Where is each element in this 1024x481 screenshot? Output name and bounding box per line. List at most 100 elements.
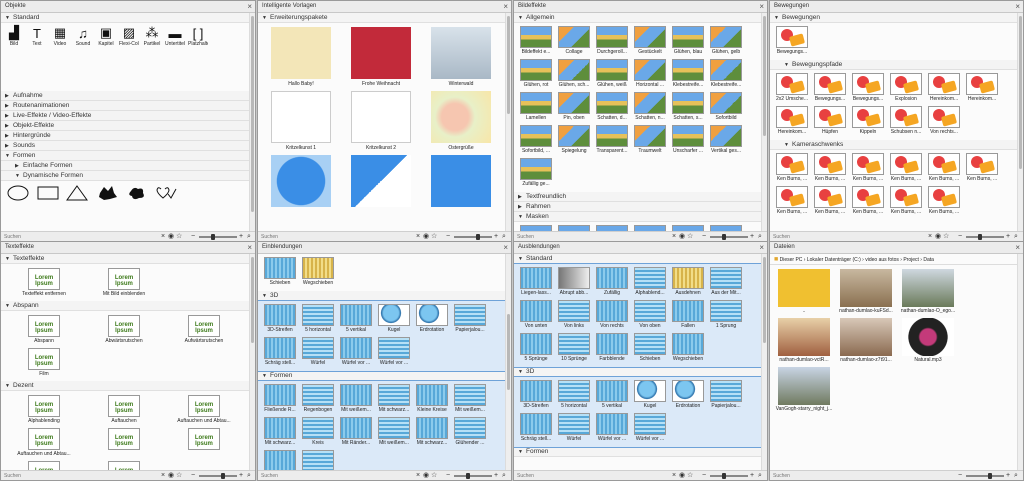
effect-tile[interactable]: Auftauchen (86, 395, 162, 424)
effect-tile[interactable]: Schatten, s... (670, 92, 706, 121)
section-bewegungen[interactable]: ▼ Bewegungen (770, 13, 1017, 23)
effect-tile[interactable]: Ken Burns, ... (926, 186, 962, 215)
section-standard[interactable]: ▼ Standard (1, 13, 249, 23)
section-formen[interactable]: ▼ Formen (258, 371, 505, 381)
effect-tile[interactable]: Farbblende (594, 333, 630, 362)
effect-tile[interactable]: Würfel (556, 413, 592, 442)
search-icon[interactable]: ⌕ (502, 471, 506, 480)
section-abspann[interactable]: ▼ Abspann (1, 301, 249, 311)
effect-tile[interactable]: Texteffekt entfernen (6, 268, 82, 297)
section-header[interactable]: ▶ Sounds (1, 141, 249, 151)
section-dynamische-formen[interactable]: ▼ Dynamische Formen (1, 171, 249, 181)
effect-tile[interactable]: Bewegungs... (850, 73, 886, 102)
section-bewegungspfade[interactable]: ▼ Bewegungspfade (770, 60, 1017, 70)
search-icon[interactable]: ⌕ (1014, 471, 1018, 480)
section-header[interactable]: ▶ Objekt-Effekte (1, 121, 249, 131)
effect-tile[interactable] (423, 155, 499, 209)
effect-tile[interactable]: Schieben (262, 257, 298, 286)
effect-tile[interactable]: Mit weißem... (338, 384, 374, 413)
effect-tile[interactable]: Mit schwarz... (376, 384, 412, 413)
effect-tile[interactable]: Glühender ... (452, 417, 488, 446)
effect-tile[interactable]: 5 vertikal (338, 304, 374, 333)
vertical-scrollbar[interactable] (249, 13, 255, 231)
zoom-out-icon[interactable]: − (702, 471, 706, 480)
blob-shape[interactable] (126, 185, 148, 201)
effect-tile[interactable]: Unscharfer ... (670, 125, 706, 154)
effect-tile[interactable]: Kugel (376, 304, 412, 333)
effect-tile[interactable]: Kugel (632, 380, 668, 409)
search-icon[interactable]: ⌕ (247, 471, 251, 480)
thumbnail-size-slider[interactable] (710, 234, 748, 240)
star-icon[interactable]: ☆ (687, 471, 693, 480)
object-item[interactable]: T Text (27, 25, 47, 48)
section-dezent[interactable]: ▼ Dezent (1, 381, 249, 391)
thumbnail-size-slider[interactable] (710, 473, 748, 479)
effect-tile[interactable]: Würfel vor ... (338, 337, 374, 366)
object-item[interactable]: ▦ Video (50, 25, 70, 47)
search-input[interactable] (517, 472, 667, 480)
effect-tile[interactable]: Ken Burns, ... (774, 153, 810, 182)
effect-tile[interactable]: Aus der Mit... (708, 267, 744, 296)
triangle-shape[interactable] (66, 185, 89, 201)
effect-tile[interactable]: Wegschieben (670, 333, 706, 362)
effect-tile[interactable]: Hallo Baby! (263, 27, 339, 87)
effect-tile[interactable]: Klebestreife... (670, 59, 706, 88)
close-icon[interactable]: × (1015, 243, 1020, 252)
effect-tile[interactable]: Winterwald (423, 27, 499, 87)
effect-tile[interactable]: Schatten, n... (632, 92, 668, 121)
section-texteffekte[interactable]: ▼ Texteffekte (1, 254, 249, 264)
effect-tile[interactable]: Schräg stell... (518, 413, 554, 442)
effect-tile[interactable] (166, 428, 242, 457)
search-icon[interactable]: ⌕ (758, 471, 762, 480)
zoom-out-icon[interactable]: − (958, 471, 962, 480)
effect-tile[interactable]: Ken Burns, ... (850, 153, 886, 182)
section-3d[interactable]: ▼ 3D (514, 367, 761, 377)
section-kameraschwenks[interactable]: ▼ Kameraschwenks (770, 140, 1017, 150)
effect-tile[interactable]: Würfel vor ... (594, 413, 630, 442)
clear-icon[interactable]: × (672, 471, 676, 480)
effect-tile[interactable]: Kritzelkunst 2 (343, 91, 419, 151)
effect-tile[interactable]: Mit weißem... (300, 450, 336, 470)
effect-tile[interactable]: Von links (556, 300, 592, 329)
breadcrumb-item[interactable]: Lokaler Datenträger (C:) (807, 257, 861, 263)
search-input[interactable] (773, 472, 923, 480)
effect-tile[interactable]: 3D-Streifen (262, 304, 298, 333)
zoom-in-icon[interactable]: + (750, 471, 754, 480)
effect-tile[interactable]: Glühen, sch... (556, 59, 592, 88)
section-standard[interactable]: ▼ Standard (514, 254, 761, 264)
effect-tile[interactable]: Hereinkom... (774, 106, 810, 135)
effect-tile[interactable]: Schubsen n... (888, 106, 924, 135)
splash-shape[interactable] (96, 185, 118, 201)
effect-tile[interactable]: Ken Burns, ... (774, 186, 810, 215)
eye-icon[interactable]: ◉ (679, 471, 685, 480)
effect-tile[interactable]: Bewegungs... (774, 26, 810, 55)
clear-icon[interactable]: × (161, 471, 165, 480)
search-input[interactable] (4, 472, 154, 480)
vertical-scrollbar[interactable] (761, 13, 767, 231)
effect-tile[interactable]: Pin, oben (556, 92, 592, 121)
zoom-in-icon[interactable]: + (1006, 471, 1010, 480)
zoom-in-icon[interactable]: + (494, 471, 498, 480)
section-header[interactable]: ▼ Masken (514, 212, 761, 222)
effect-tile[interactable]: Papierjalou... (452, 304, 488, 333)
effect-tile[interactable]: Glühen, blau (670, 26, 706, 55)
effect-tile[interactable]: Hüpfen (812, 106, 848, 135)
section-header[interactable]: ▶ Live-Effekte / Video-Effekte (1, 111, 249, 121)
object-item[interactable]: ⁂ Partikel (142, 25, 162, 47)
effect-tile[interactable]: Regenbogen (300, 384, 336, 413)
effect-tile[interactable]: Auftauchen und Abtau... (6, 428, 82, 457)
section-3d[interactable]: ▼ 3D (258, 291, 505, 301)
effect-tile[interactable]: Film (6, 348, 82, 377)
object-item[interactable]: ▨Flexi-Coll... (119, 25, 139, 47)
effect-tile[interactable]: Vertikal ges... (708, 125, 744, 154)
effect-tile[interactable]: Erdrotation (414, 304, 450, 333)
effect-tile[interactable]: Glühen, weiß (594, 59, 630, 88)
effect-tile[interactable]: 3D-Streifen (518, 380, 554, 409)
effect-tile[interactable]: Wegschieben (300, 257, 336, 286)
effect-tile[interactable]: Bildeffekt e... (518, 26, 554, 55)
effect-tile[interactable]: Ken Burns, ... (812, 186, 848, 215)
effect-tile[interactable]: Würfel (300, 337, 336, 366)
vertical-scrollbar[interactable] (505, 13, 511, 231)
breadcrumb-item[interactable]: Project (903, 257, 919, 263)
effect-tile[interactable]: Von unten (518, 300, 554, 329)
